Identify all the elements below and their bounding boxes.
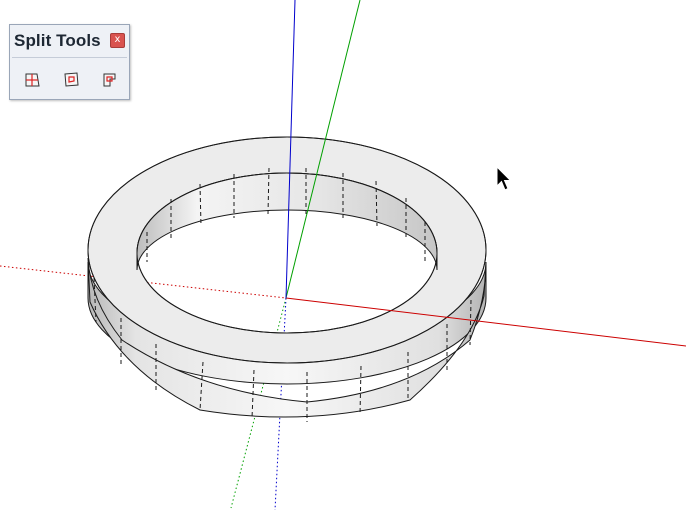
mouse-pointer-icon [496, 166, 512, 191]
split-edge-button[interactable] [22, 69, 42, 89]
split-region-button[interactable] [99, 69, 119, 89]
split-face-button[interactable] [61, 69, 81, 89]
split-face-icon [63, 71, 79, 87]
split-region-icon [103, 73, 115, 86]
toolbar-title: Split Tools [14, 31, 101, 50]
split-edge-icon [25, 73, 40, 86]
toolbar-divider [12, 57, 127, 58]
split-tools-toolbar[interactable]: Split Tools x [9, 24, 130, 100]
close-button[interactable]: x [110, 33, 125, 48]
